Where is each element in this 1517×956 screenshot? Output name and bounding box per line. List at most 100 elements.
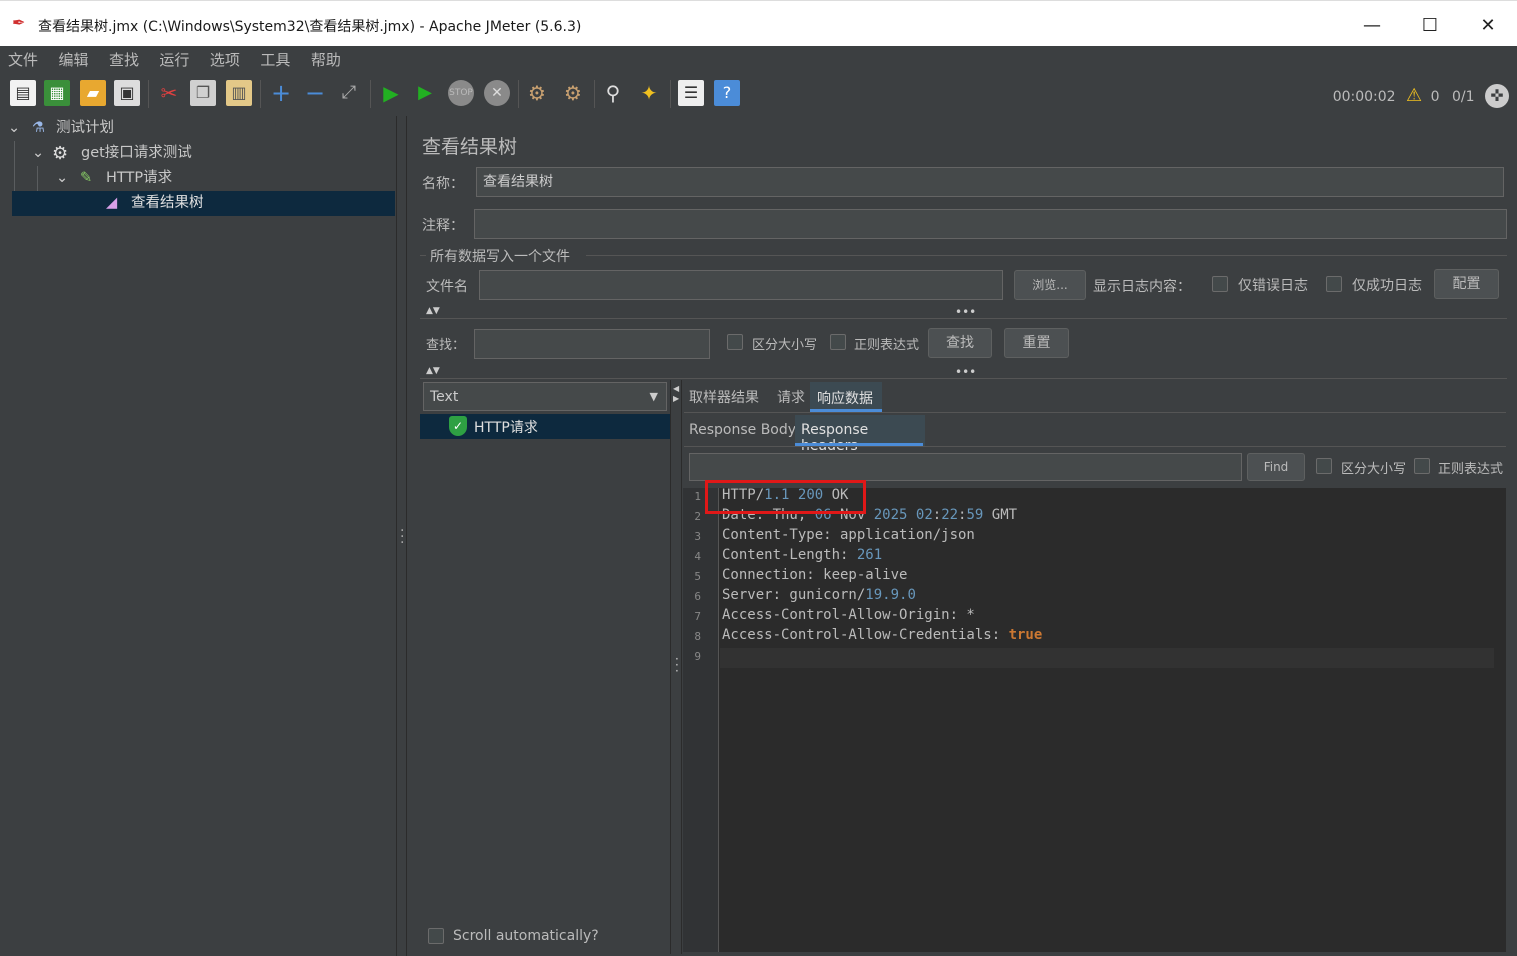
- name-field[interactable]: 查看结果树: [476, 167, 1504, 197]
- drag-handle-icon[interactable]: •••: [955, 365, 976, 379]
- gear-icon: ⚙: [52, 143, 69, 164]
- result-item-http-request[interactable]: ✓ HTTP请求: [420, 414, 670, 439]
- results-splitter[interactable]: ◀ ▶ · · ·: [670, 380, 682, 954]
- code-line: Connection: keep-alive: [722, 567, 908, 583]
- function-helper-icon[interactable]: ☰: [678, 80, 704, 106]
- warning-icon[interactable]: ⚠: [1406, 85, 1422, 106]
- flask-icon: ⚗: [32, 120, 45, 136]
- main-splitter[interactable]: · · ·: [396, 116, 407, 956]
- tab-response-headers[interactable]: Response headers: [795, 415, 925, 454]
- find-case-label: 区分大小写: [1341, 462, 1407, 477]
- line-number: 4: [694, 550, 701, 563]
- search-field[interactable]: [474, 329, 710, 359]
- scroll-auto-checkbox[interactable]: [428, 928, 444, 944]
- cut-icon[interactable]: ✂: [156, 80, 182, 106]
- regex-label: 正则表达式: [854, 338, 920, 353]
- start-no-timers-icon[interactable]: ▶: [412, 80, 438, 106]
- chart-icon: ◢: [106, 195, 118, 211]
- remote-icon[interactable]: ✜: [1485, 84, 1509, 108]
- save-icon[interactable]: ▣: [114, 80, 140, 106]
- shutdown-icon[interactable]: ✕: [484, 80, 510, 106]
- menu-bar: 文件 编辑 查找 运行 选项 工具 帮助: [0, 46, 1517, 72]
- case-sensitive-checkbox[interactable]: [727, 334, 743, 350]
- line-number: 7: [694, 610, 701, 623]
- config-button[interactable]: 配置: [1434, 269, 1499, 299]
- expand-icon[interactable]: +: [268, 80, 294, 106]
- find-regex-label: 正则表达式: [1438, 462, 1504, 477]
- line-number: 5: [694, 570, 701, 583]
- tab-response-body[interactable]: Response Body: [689, 422, 796, 438]
- search-label: 查找：: [426, 338, 466, 353]
- window-title: 查看结果树.jmx (C:\Windows\System32\查看结果树.jmx…: [38, 19, 582, 35]
- current-line-highlight: [720, 648, 1494, 668]
- start-icon[interactable]: ▶: [378, 80, 404, 106]
- run-status: 00:00:02 ⚠ 0 0/1 ✜: [1333, 84, 1509, 108]
- drag-handle-icon[interactable]: •••: [955, 305, 976, 319]
- tree-item-test-plan[interactable]: ⌄ ⚗ 测试计划: [2, 116, 395, 141]
- tab-request[interactable]: 请求: [777, 387, 805, 407]
- result-item-label: HTTP请求: [474, 420, 538, 436]
- tab-sampler-result[interactable]: 取样器结果: [689, 387, 759, 407]
- elapsed-timer: 00:00:02: [1332, 89, 1396, 105]
- tree-item-http-request[interactable]: ⌄ ✎ HTTP请求: [2, 166, 395, 191]
- renderer-value: Text: [430, 389, 459, 405]
- line-number-gutter: 1 2 3 4 5 6 7 8 9: [683, 488, 719, 952]
- tree-item-thread-group[interactable]: ⌄ ⚙ get接口请求测试: [2, 141, 395, 166]
- line-number: 3: [694, 530, 701, 543]
- menu-run[interactable]: 运行: [151, 46, 197, 73]
- annotation-highlight-box: [705, 480, 866, 514]
- templates-icon[interactable]: ▦: [44, 80, 70, 106]
- menu-options[interactable]: 选项: [202, 46, 248, 73]
- jmeter-feather-icon: ✒: [12, 13, 26, 32]
- chevron-down-icon[interactable]: ⌄: [56, 166, 68, 191]
- maximize-button[interactable]: ☐: [1407, 9, 1453, 43]
- test-plan-tree: ⌄ ⚗ 测试计划 ⌄ ⚙ get接口请求测试 ⌄ ✎ HTTP请求 ◢ 查看结果…: [2, 116, 395, 954]
- find-case-checkbox[interactable]: [1316, 458, 1332, 474]
- errors-only-checkbox[interactable]: [1212, 276, 1228, 292]
- copy-icon[interactable]: ❐: [190, 80, 216, 106]
- tree-item-view-results-tree[interactable]: ◢ 查看结果树: [12, 191, 395, 216]
- collapse-icon[interactable]: −: [302, 80, 328, 106]
- search-button[interactable]: 查找: [928, 328, 992, 358]
- help-icon[interactable]: ?: [714, 80, 740, 106]
- tab-response-data[interactable]: 响应数据: [810, 382, 882, 412]
- line-number: 6: [694, 590, 701, 603]
- chevron-down-icon[interactable]: ⌄: [32, 141, 44, 166]
- clear-icon[interactable]: ⚙: [524, 80, 550, 106]
- regex-checkbox[interactable]: [830, 334, 846, 350]
- line-number: 1: [694, 490, 701, 503]
- menu-file[interactable]: 文件: [0, 46, 46, 73]
- filename-field[interactable]: [479, 270, 1003, 300]
- browse-button[interactable]: 浏览...: [1014, 270, 1086, 300]
- find-button[interactable]: Find: [1247, 453, 1305, 481]
- filename-label: 文件名: [426, 279, 468, 295]
- open-icon[interactable]: ▰: [80, 80, 106, 106]
- renderer-select[interactable]: Text ▼: [423, 382, 667, 411]
- collapse-arrows-icon[interactable]: ▲▼: [426, 306, 440, 316]
- thread-count: 0/1: [1452, 89, 1475, 105]
- menu-search[interactable]: 查找: [101, 46, 147, 73]
- toggle-icon[interactable]: ⤢: [336, 80, 362, 106]
- stop-icon[interactable]: STOP: [448, 80, 474, 106]
- menu-tools[interactable]: 工具: [252, 46, 298, 73]
- close-button[interactable]: ✕: [1465, 9, 1511, 43]
- collapse-arrows-icon[interactable]: ▲▼: [426, 366, 440, 376]
- code-line: Access-Control-Allow-Credentials: true: [722, 627, 1043, 643]
- new-icon[interactable]: ▤: [10, 80, 36, 106]
- find-regex-checkbox[interactable]: [1414, 458, 1430, 474]
- clear-all-icon[interactable]: ⚙: [560, 80, 586, 106]
- reset-search-icon[interactable]: ✦: [636, 80, 662, 106]
- success-only-checkbox[interactable]: [1326, 276, 1342, 292]
- minimize-button[interactable]: —: [1349, 9, 1395, 43]
- comment-field[interactable]: [474, 209, 1507, 239]
- menu-help[interactable]: 帮助: [303, 46, 349, 73]
- chevron-down-icon[interactable]: ⌄: [8, 116, 20, 141]
- code-line: Server: gunicorn/19.9.0: [722, 587, 916, 603]
- find-field[interactable]: [689, 453, 1242, 481]
- pipette-icon: ✎: [80, 170, 93, 186]
- search-icon[interactable]: ⚲: [600, 80, 626, 106]
- menu-edit[interactable]: 编辑: [50, 46, 96, 73]
- paste-icon[interactable]: ▥: [226, 80, 252, 106]
- reset-button[interactable]: 重置: [1004, 328, 1069, 358]
- tree-item-label: HTTP请求: [106, 170, 173, 186]
